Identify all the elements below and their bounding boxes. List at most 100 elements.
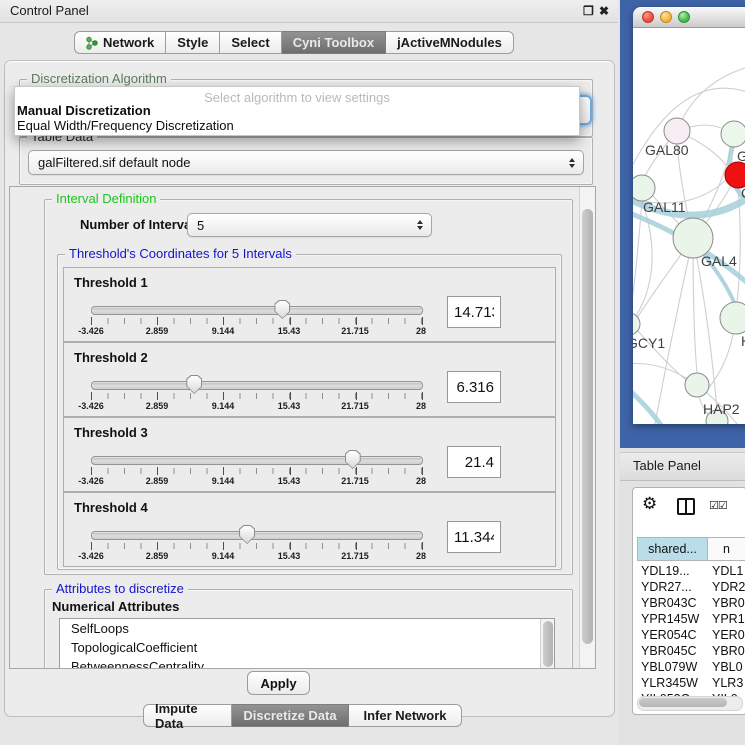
algorithm-option-equal-width[interactable]: Equal Width/Frequency Discretization — [17, 118, 234, 133]
numerical-attributes-label: Numerical Attributes — [52, 599, 179, 614]
settings-scrollbar[interactable] — [579, 187, 595, 668]
threshold-1-slider-thumb[interactable] — [274, 300, 290, 319]
thresholds-group-title: Threshold's Coordinates for 5 Intervals — [65, 247, 296, 261]
slider-axis-labels: -3.4262.8599.14415.4321.71528 — [91, 476, 421, 486]
threshold-4-value-input[interactable] — [447, 521, 501, 553]
cell[interactable]: YER054C — [641, 628, 697, 642]
table-row[interactable]: YLR345W YLR3 — [633, 676, 745, 692]
threshold-1-value-input[interactable] — [447, 296, 501, 328]
cell[interactable]: YBL0 — [712, 660, 743, 674]
tab-infer-network[interactable]: Infer Network — [349, 704, 462, 727]
select-columns-icon[interactable]: ☑☑ — [709, 499, 727, 512]
table-data-combobox[interactable]: galFiltered.sif default node — [28, 150, 584, 175]
network-graph: GAL80 GA C GAL11 GAL4 GCY1 H HAP2 — [633, 28, 745, 424]
threshold-4-slider[interactable] — [91, 531, 423, 540]
table-hscrollbar[interactable] — [637, 696, 743, 711]
slider-ticks — [91, 318, 422, 324]
apply-button-label: Apply — [260, 676, 296, 691]
close-window-icon[interactable] — [642, 11, 654, 23]
minimize-window-icon[interactable] — [660, 11, 672, 23]
algorithm-option-manual[interactable]: Manual Discretization — [17, 103, 151, 118]
control-panel: Control Panel ❐ ✖ Network Style — [0, 0, 618, 745]
threshold-2-slider[interactable] — [91, 381, 423, 390]
threshold-3-slider-thumb[interactable] — [345, 450, 361, 469]
node-label: GAL11 — [643, 199, 686, 215]
threshold-4-panel: Threshold 4 -3.4262.8599.14415.4321.7152… — [63, 492, 556, 567]
threshold-1-panel: Threshold 1 -3.4262.8599.14415.4321.7152… — [63, 267, 556, 342]
tab-impute-data[interactable]: Impute Data — [143, 704, 232, 727]
network-canvas[interactable]: GAL80 GA C GAL11 GAL4 GCY1 H HAP2 — [633, 28, 745, 424]
list-scrollbar-thumb[interactable] — [543, 621, 553, 667]
cell[interactable]: YBR043C — [641, 596, 697, 610]
cell[interactable]: YDL19... — [641, 564, 690, 578]
algorithm-dropdown-popup: Select algorithm to view settings Manual… — [14, 86, 580, 136]
settings-scrollbar-thumb[interactable] — [582, 209, 593, 644]
split-columns-icon[interactable] — [677, 498, 695, 515]
cell[interactable]: YLR345W — [641, 676, 698, 690]
interval-definition-group: Interval Definition Number of Intervals … — [44, 199, 573, 575]
node[interactable] — [721, 121, 745, 147]
slider-axis-labels: -3.4262.8599.14415.4321.71528 — [91, 326, 421, 336]
threshold-3-slider[interactable] — [91, 456, 423, 465]
cell[interactable]: YLR3 — [712, 676, 743, 690]
close-panel-icon[interactable]: ✖ — [599, 4, 609, 18]
cell[interactable]: YBL079W — [641, 660, 697, 674]
cell[interactable]: YER0 — [712, 628, 745, 642]
number-of-intervals-label: Number of Intervals — [80, 217, 202, 232]
column-header-shared-name[interactable]: shared... — [637, 537, 708, 561]
node-gal80[interactable] — [664, 118, 690, 144]
threshold-2-slider-thumb[interactable] — [186, 375, 202, 394]
interval-definition-group-title: Interval Definition — [52, 192, 160, 206]
node-hap2[interactable] — [685, 373, 709, 397]
node[interactable] — [720, 302, 745, 334]
list-item[interactable]: BetweennessCentrality — [60, 657, 554, 669]
zoom-window-icon[interactable] — [678, 11, 690, 23]
table-row[interactable]: YPR145W YPR1 — [633, 612, 745, 628]
threshold-3-value-input[interactable] — [447, 446, 501, 478]
cell[interactable]: YBR0 — [712, 644, 745, 658]
network-icon — [86, 36, 98, 50]
table-row[interactable]: YBR043C YBR0 — [633, 596, 745, 612]
table-data-combobox-value: galFiltered.sif default node — [38, 155, 190, 170]
slider-ticks — [91, 543, 422, 549]
gear-icon[interactable]: ⚙ — [642, 494, 657, 514]
cell[interactable]: YDL1 — [712, 564, 743, 578]
tab-discretize-data[interactable]: Discretize Data — [232, 704, 349, 727]
threshold-2-value-input[interactable] — [447, 371, 501, 403]
list-item[interactable]: SelfLoops — [60, 619, 554, 638]
slider-ticks — [91, 468, 422, 474]
table-row[interactable]: YBL079W YBL0 — [633, 660, 745, 676]
cell[interactable]: YBR045C — [641, 644, 697, 658]
tab-style[interactable]: Style — [166, 31, 220, 54]
cell[interactable]: YPR1 — [712, 612, 745, 626]
table-row[interactable]: YDR27... YDR2 — [633, 580, 745, 596]
slider-axis-labels: -3.4262.8599.14415.4321.71528 — [91, 551, 421, 561]
table-row[interactable]: YDL19... YDL1 — [633, 564, 745, 580]
list-scrollbar[interactable] — [540, 619, 554, 669]
apply-button[interactable]: Apply — [247, 671, 310, 695]
number-of-intervals-value: 5 — [197, 218, 204, 233]
float-window-icon[interactable]: ❐ — [583, 4, 594, 18]
number-of-intervals-combobox[interactable]: 5 — [187, 213, 432, 237]
network-window-titlebar[interactable] — [633, 7, 745, 28]
column-header-name[interactable]: n — [707, 537, 745, 561]
node-label: GA — [737, 148, 745, 164]
table-row[interactable]: YBR045C YBR0 — [633, 644, 745, 660]
table-row[interactable]: YER054C YER0 — [633, 628, 745, 644]
node-gal4[interactable] — [673, 218, 713, 258]
tab-jactivemnodules[interactable]: jActiveMNodules — [386, 31, 514, 54]
node-gal11[interactable] — [633, 175, 655, 201]
tab-cyni-toolbox[interactable]: Cyni Toolbox — [282, 31, 386, 54]
cell[interactable]: YDR27... — [641, 580, 692, 594]
screen: Control Panel ❐ ✖ Network Style — [0, 0, 745, 745]
cell[interactable]: YBR0 — [712, 596, 745, 610]
cell[interactable]: YDR2 — [712, 580, 745, 594]
tab-select[interactable]: Select — [220, 31, 281, 54]
threshold-1-slider[interactable] — [91, 306, 423, 315]
table-hscrollbar-thumb[interactable] — [639, 698, 727, 707]
node-label: H — [741, 333, 745, 349]
threshold-4-slider-thumb[interactable] — [239, 525, 255, 544]
cell[interactable]: YPR145W — [641, 612, 699, 626]
list-item[interactable]: TopologicalCoefficient — [60, 638, 554, 657]
tab-network[interactable]: Network — [74, 31, 166, 54]
